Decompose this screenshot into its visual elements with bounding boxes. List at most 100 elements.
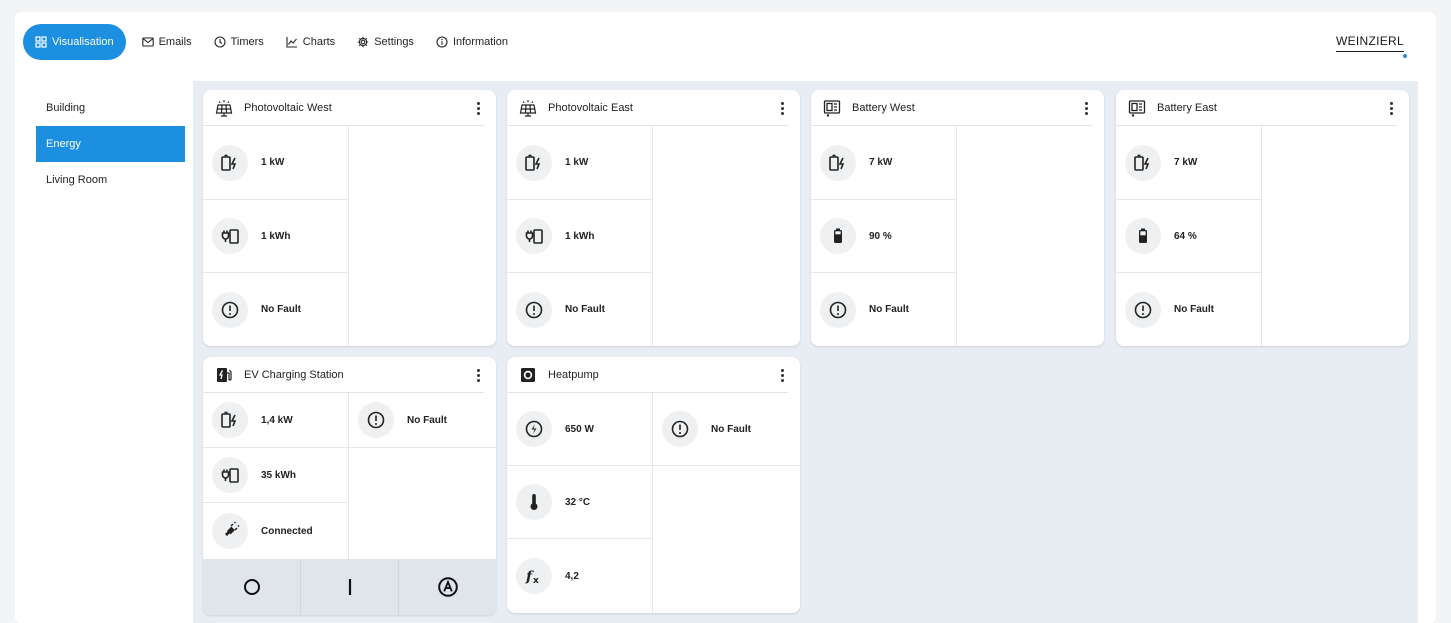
connection-tile[interactable]: Connected	[203, 503, 349, 559]
tab-label: Charts	[302, 36, 336, 48]
sidebar-item-living-room[interactable]: Living Room	[36, 162, 185, 198]
power-tile[interactable]: 1 kW	[203, 126, 349, 200]
plug-energy-icon	[212, 457, 248, 493]
card-photovoltaic-east: Photovoltaic East 1 kW 1 kWh No Fault	[507, 90, 800, 346]
fault-value: No Fault	[407, 414, 447, 426]
fault-tile[interactable]: No Fault	[349, 393, 496, 448]
empty-tile	[1262, 126, 1409, 346]
energy-tile[interactable]: 35 kWh	[203, 448, 349, 503]
energy-tile[interactable]: 1 kWh	[203, 200, 349, 273]
battery-charging-icon	[1125, 144, 1161, 181]
empty-tile	[349, 448, 496, 559]
ev-off-button[interactable]: O	[203, 559, 301, 615]
power-on-icon	[348, 579, 351, 595]
fault-value: No Fault	[261, 304, 301, 315]
battery-charging-icon	[516, 144, 552, 181]
power-tile[interactable]: 650 W	[507, 393, 653, 466]
more-vert-icon[interactable]	[472, 100, 484, 116]
energy-value: 1 kWh	[565, 230, 595, 242]
tab-settings[interactable]: Settings	[346, 24, 425, 60]
power-tile[interactable]: 7 kW	[1116, 126, 1262, 200]
battery-full-icon	[1125, 218, 1161, 254]
empty-tile	[653, 126, 800, 346]
power-tile[interactable]: 7 kW	[811, 126, 957, 200]
card-title: Heatpump	[548, 369, 599, 381]
card-title: Battery West	[852, 102, 915, 114]
mail-icon	[141, 37, 154, 47]
thermometer-icon	[516, 484, 552, 520]
connection-status: Connected	[261, 525, 313, 537]
more-vert-icon[interactable]	[776, 367, 788, 383]
card-header: Battery East	[1116, 90, 1409, 126]
tab-label: Settings	[374, 36, 414, 48]
card-title: Photovoltaic West	[244, 102, 332, 114]
alert-circle-icon	[1125, 291, 1161, 328]
alert-circle-icon	[516, 291, 552, 328]
soc-tile[interactable]: 90 %	[811, 200, 957, 273]
tab-label: Information	[452, 36, 508, 48]
empty-tile	[349, 126, 496, 346]
plug-energy-icon	[516, 218, 552, 254]
info-icon	[436, 36, 448, 48]
dashboard-area: Photovoltaic West 1 kW 1 kWh No Fault Ph…	[193, 81, 1418, 623]
energy-value: 35 kWh	[261, 469, 297, 481]
tab-charts[interactable]: Charts	[275, 24, 346, 60]
temperature-tile[interactable]: 32 °C	[507, 466, 653, 539]
tab-emails[interactable]: Emails	[131, 24, 203, 60]
tab-timers[interactable]: Timers	[203, 24, 275, 60]
brand-dot	[1403, 54, 1407, 58]
battery-storage-icon	[1128, 99, 1146, 117]
fault-value: No Fault	[565, 304, 605, 315]
fault-tile[interactable]: No Fault	[811, 273, 957, 346]
soc-value: 64 %	[1174, 230, 1197, 242]
fault-tile[interactable]: No Fault	[1116, 273, 1262, 346]
power-value: 7 kW	[869, 157, 893, 168]
energy-tile[interactable]: 1 kWh	[507, 200, 653, 273]
sidebar-item-energy[interactable]: Energy	[36, 126, 185, 162]
card-header: Photovoltaic East	[507, 90, 800, 126]
power-tile[interactable]: 1,4 kW	[203, 393, 349, 448]
ev-control-bar: O I A	[203, 559, 496, 615]
fault-tile[interactable]: No Fault	[653, 393, 800, 466]
tab-label: Emails	[158, 36, 192, 48]
tab-label: Timers	[230, 36, 264, 48]
sidebar: Building Energy Living Room	[36, 90, 185, 198]
more-vert-icon[interactable]	[776, 100, 788, 116]
function-icon: fx	[516, 558, 552, 594]
cop-value: 4,2	[565, 570, 579, 582]
plug-energy-icon	[212, 218, 248, 254]
card-ev-charging-station: EV Charging Station 1,4 kW No Fault 35 k…	[203, 357, 496, 615]
ev-auto-button[interactable]: A	[399, 559, 496, 615]
more-vert-icon[interactable]	[1385, 100, 1397, 116]
power-tile[interactable]: 1 kW	[507, 126, 653, 200]
svg-text:x: x	[533, 576, 539, 586]
more-vert-icon[interactable]	[1080, 100, 1092, 116]
more-vert-icon[interactable]	[472, 367, 484, 383]
power-value: 650 W	[565, 423, 594, 435]
fault-tile[interactable]: No Fault	[203, 273, 349, 346]
grid-icon	[35, 36, 47, 48]
power-value: 1 kW	[565, 157, 589, 168]
tab-information[interactable]: Information	[425, 24, 519, 60]
alert-circle-icon	[820, 291, 856, 328]
sidebar-item-building[interactable]: Building	[36, 90, 185, 126]
soc-tile[interactable]: 64 %	[1116, 200, 1262, 273]
solar-panel-icon	[215, 99, 233, 117]
cop-tile[interactable]: fx 4,2	[507, 539, 653, 613]
tab-visualisation[interactable]: Visualisation	[23, 24, 126, 60]
ev-on-button[interactable]: I	[301, 559, 399, 615]
fault-tile[interactable]: No Fault	[507, 273, 653, 346]
energy-value: 1 kWh	[261, 230, 291, 242]
gear-icon	[357, 36, 369, 48]
clock-icon	[214, 36, 226, 48]
battery-charging-icon	[212, 144, 248, 181]
card-photovoltaic-west: Photovoltaic West 1 kW 1 kWh No Fault	[203, 90, 496, 346]
chart-line-icon	[286, 37, 297, 48]
brand-logo: WEINZIERL	[1335, 34, 1404, 52]
empty-tile	[653, 466, 800, 613]
power-value: 1 kW	[261, 157, 285, 168]
solar-panel-icon	[519, 99, 537, 117]
battery-storage-icon	[823, 99, 841, 117]
plug-connected-icon	[212, 513, 248, 549]
power-off-icon	[243, 579, 260, 595]
